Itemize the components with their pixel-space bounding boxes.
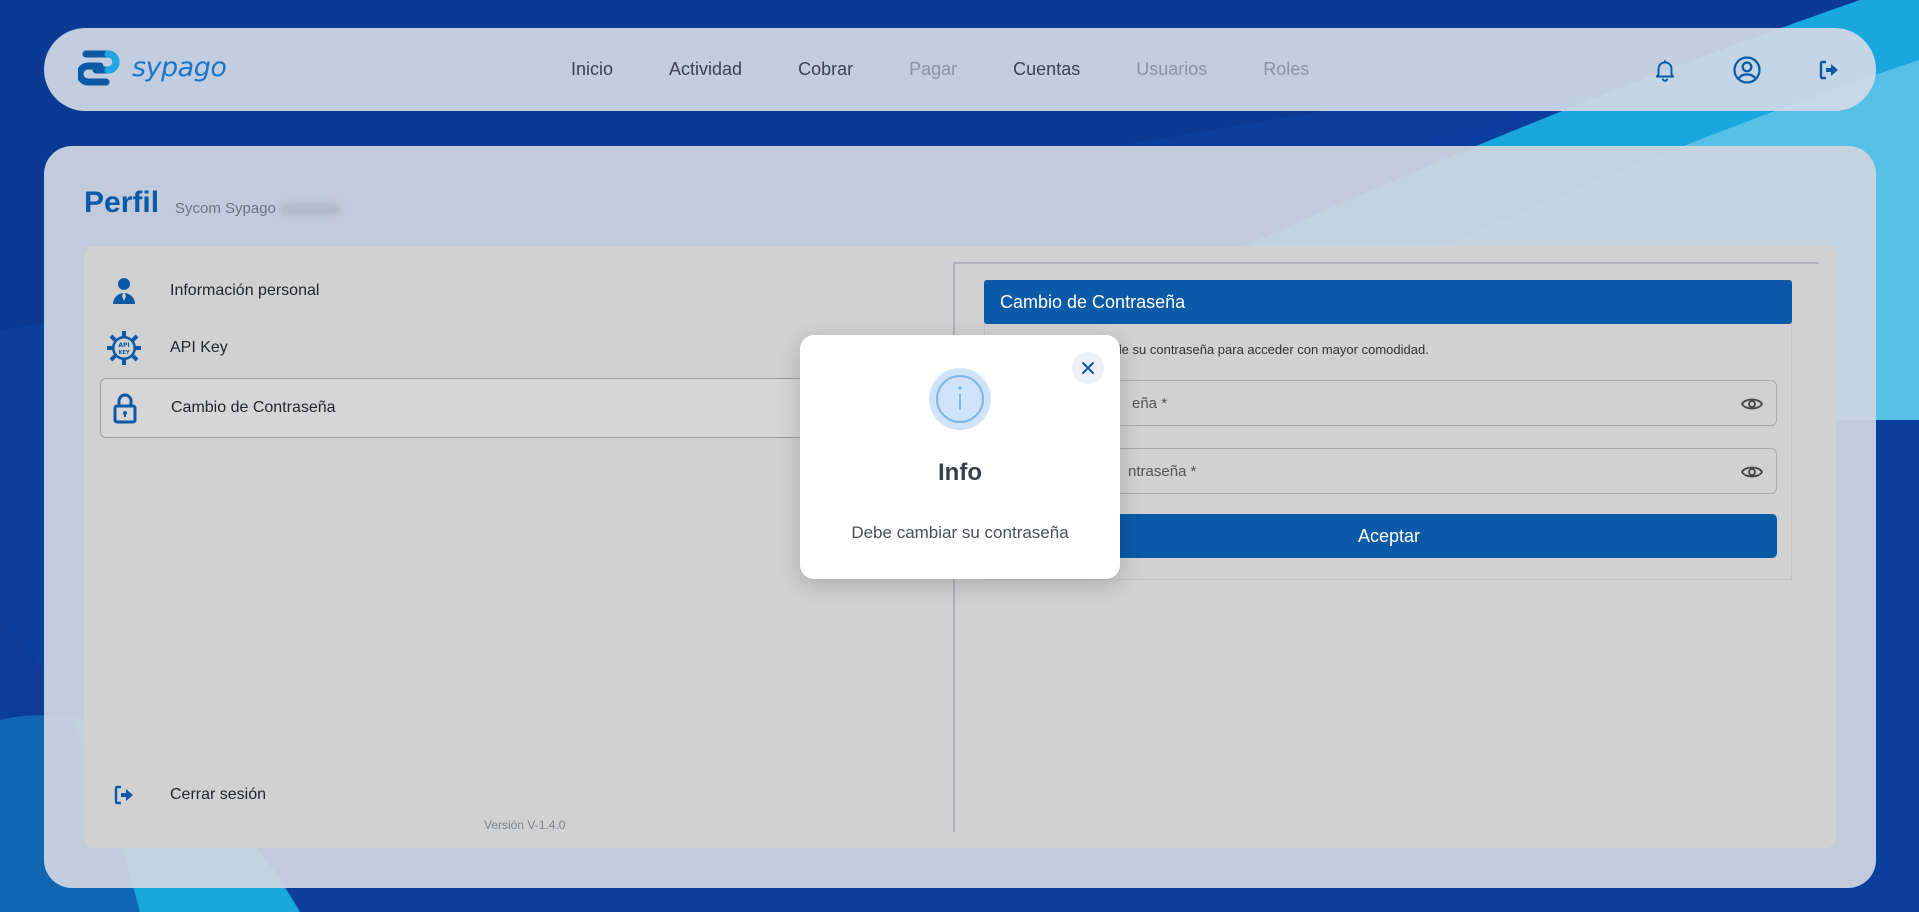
api-key-gear-icon: API KEY bbox=[106, 330, 142, 366]
logout-menu-item[interactable]: Cerrar sesión bbox=[100, 766, 840, 824]
nav-item-inicio[interactable]: Inicio bbox=[571, 59, 613, 80]
menu-item-label: API Key bbox=[170, 339, 228, 356]
bell-icon[interactable] bbox=[1650, 55, 1680, 85]
user-circle-icon[interactable] bbox=[1732, 55, 1762, 85]
eye-icon[interactable] bbox=[1740, 392, 1764, 416]
version-label: Versión V-1.4.0 bbox=[484, 818, 566, 832]
nav-item-usuarios[interactable]: Usuarios bbox=[1136, 59, 1207, 80]
info-modal: Info Debe cambiar su contraseña bbox=[800, 335, 1120, 579]
menu-item-label: Información personal bbox=[170, 282, 320, 299]
nav-icon-group bbox=[1598, 28, 1844, 111]
company-name: Sycom Sypago bbox=[175, 200, 276, 217]
page-title: Perfil bbox=[84, 186, 160, 219]
logo-text: sypago bbox=[132, 51, 227, 83]
menu-item-change-password[interactable]: Cambio de Contraseña bbox=[100, 378, 860, 438]
modal-message: Debe cambiar su contraseña bbox=[851, 523, 1069, 542]
logout-icon bbox=[106, 777, 142, 813]
svg-text:API: API bbox=[118, 342, 129, 349]
modal-title: Info bbox=[938, 459, 982, 486]
close-button[interactable] bbox=[1072, 352, 1104, 384]
sypago-logo[interactable]: sypago bbox=[78, 48, 227, 86]
nav-item-pagar[interactable]: Pagar bbox=[909, 59, 957, 80]
info-icon bbox=[929, 368, 991, 430]
eye-icon[interactable] bbox=[1740, 460, 1764, 484]
horizontal-divider bbox=[955, 262, 1819, 264]
field-label: ntraseña * bbox=[1128, 462, 1197, 480]
nav-item-cobrar[interactable]: Cobrar bbox=[798, 59, 853, 80]
field-label: eña * bbox=[1132, 394, 1168, 412]
page-subtitle: Sycom Sypago bbox=[175, 200, 340, 217]
top-navbar: sypago Inicio Actividad Cobrar Pagar Cue… bbox=[44, 28, 1876, 111]
main-nav: Inicio Actividad Cobrar Pagar Cuentas Us… bbox=[571, 28, 1365, 111]
menu-item-label: Cambio de Contraseña bbox=[171, 399, 336, 416]
person-icon bbox=[106, 273, 142, 309]
redacted-text bbox=[279, 203, 340, 216]
nav-item-actividad[interactable]: Actividad bbox=[669, 59, 742, 80]
logout-label: Cerrar sesión bbox=[170, 786, 267, 803]
logout-icon[interactable] bbox=[1814, 55, 1844, 85]
nav-item-cuentas[interactable]: Cuentas bbox=[1013, 59, 1080, 80]
close-icon bbox=[1082, 362, 1094, 374]
lock-icon bbox=[107, 390, 143, 426]
svg-text:KEY: KEY bbox=[119, 350, 130, 356]
sypago-logo-mark-icon bbox=[78, 50, 120, 86]
panel-header: Cambio de Contraseña bbox=[984, 280, 1792, 324]
nav-item-roles[interactable]: Roles bbox=[1263, 59, 1309, 80]
menu-item-api-key[interactable]: API KEY API Key bbox=[100, 319, 840, 377]
menu-item-personal-info[interactable]: Información personal bbox=[100, 262, 840, 320]
